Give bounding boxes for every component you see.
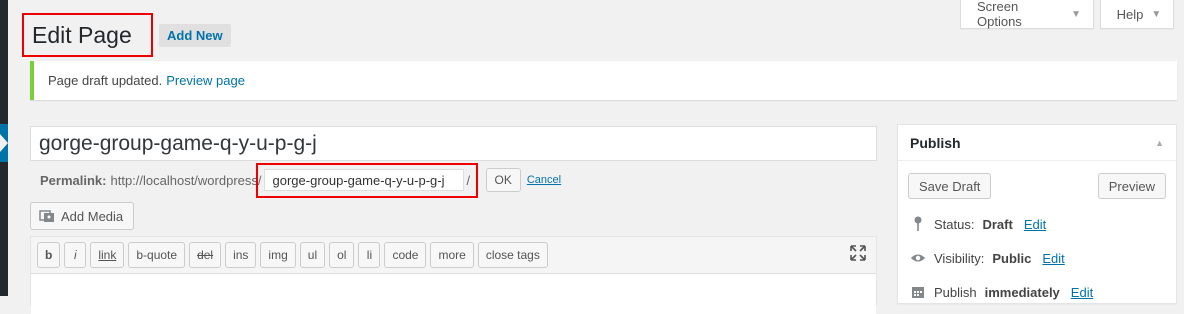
publish-time-value: immediately [984, 284, 1060, 300]
screen-options-label: Screen Options [977, 0, 1022, 29]
status-row: Status: Draft Edit [910, 207, 1166, 241]
calendar-icon [910, 285, 926, 299]
qt-more-button[interactable]: more [430, 242, 474, 268]
qt-italic-button[interactable]: i [64, 242, 87, 268]
permalink-row: Permalink: http://localhost/wordpress/ g… [40, 162, 561, 198]
add-media-button[interactable]: Add Media [30, 202, 135, 230]
slug-input[interactable]: gorge-group-game-q-y-u-p-g-j [263, 169, 464, 191]
qt-bold-button[interactable]: b [37, 242, 61, 268]
qt-close-tags-button[interactable]: close tags [477, 242, 548, 268]
screen-meta-links: Screen Options ▼ Help ▼ [960, 0, 1174, 29]
visibility-label: Visibility: [934, 250, 985, 266]
pin-icon [910, 216, 926, 232]
eye-icon [910, 252, 926, 264]
help-label: Help [1116, 6, 1144, 22]
slug-trailing-slash: / [466, 172, 471, 188]
notice-text: Page draft updated. [48, 73, 163, 88]
add-media-label: Add Media [61, 208, 124, 224]
qt-del-button[interactable]: del [189, 242, 222, 268]
slug-cancel-link[interactable]: Cancel [527, 174, 561, 186]
preview-button[interactable]: Preview [1097, 173, 1166, 199]
slug-ok-button[interactable]: OK [485, 168, 521, 192]
slug-highlight: gorge-group-game-q-y-u-p-g-j / [255, 162, 478, 198]
permalink-label: Permalink: [40, 172, 107, 188]
preview-page-link[interactable]: Preview page [166, 73, 245, 88]
page-title: Edit Page [22, 13, 153, 57]
qt-li-button[interactable]: li [358, 242, 381, 268]
publish-time-edit-link[interactable]: Edit [1071, 285, 1093, 300]
publish-title: Publish [910, 134, 961, 151]
visibility-row: Visibility: Public Edit [910, 241, 1166, 275]
visibility-edit-link[interactable]: Edit [1042, 251, 1064, 266]
visibility-value: Public [992, 250, 1032, 266]
add-new-button[interactable]: Add New [159, 23, 231, 47]
post-title-input[interactable]: gorge-group-game-q-y-u-p-g-j [30, 126, 877, 161]
publish-time-row: Publish immediately Edit [910, 275, 1166, 309]
status-label: Status: [934, 216, 975, 232]
qt-link-button[interactable]: link [90, 242, 125, 268]
publish-misc: Status: Draft Edit Visibility: Public Ed… [898, 199, 1176, 309]
fullscreen-expand-icon[interactable] [850, 244, 866, 266]
qt-ol-button[interactable]: ol [329, 242, 355, 268]
save-draft-button[interactable]: Save Draft [908, 173, 992, 199]
publish-header[interactable]: Publish ▲ [898, 125, 1176, 161]
screen-options-button[interactable]: Screen Options ▼ [960, 0, 1094, 29]
permalink-base: http://localhost/wordpress/ [110, 172, 262, 188]
quicktags-toolbar: b i link b-quote del ins img ul ol li co… [31, 237, 876, 274]
help-button[interactable]: Help ▼ [1100, 0, 1174, 29]
qt-ul-button[interactable]: ul [299, 242, 326, 268]
status-value: Draft [982, 216, 1013, 232]
caret-down-icon: ▼ [1151, 8, 1162, 20]
qt-ins-button[interactable]: ins [225, 242, 257, 268]
caret-down-icon: ▼ [1071, 8, 1081, 20]
publish-actions: Save Draft Preview [898, 161, 1176, 199]
page-heading: Edit Page Add New [22, 13, 231, 57]
collapse-arrow-icon[interactable]: ▲ [1155, 138, 1164, 148]
qt-blockquote-button[interactable]: b-quote [128, 242, 186, 268]
publish-metabox: Publish ▲ Save Draft Preview Status: Dra… [897, 124, 1177, 304]
status-edit-link[interactable]: Edit [1024, 217, 1046, 232]
admin-sidebar-edge [0, 0, 8, 296]
publish-time-label: Publish [934, 284, 977, 300]
media-icon [39, 208, 55, 224]
updated-notice: Page draft updated. Preview page [30, 61, 1177, 100]
active-menu-notch [0, 134, 8, 152]
qt-img-button[interactable]: img [260, 242, 296, 268]
editor-content-area[interactable] [31, 274, 876, 314]
qt-code-button[interactable]: code [384, 242, 427, 268]
